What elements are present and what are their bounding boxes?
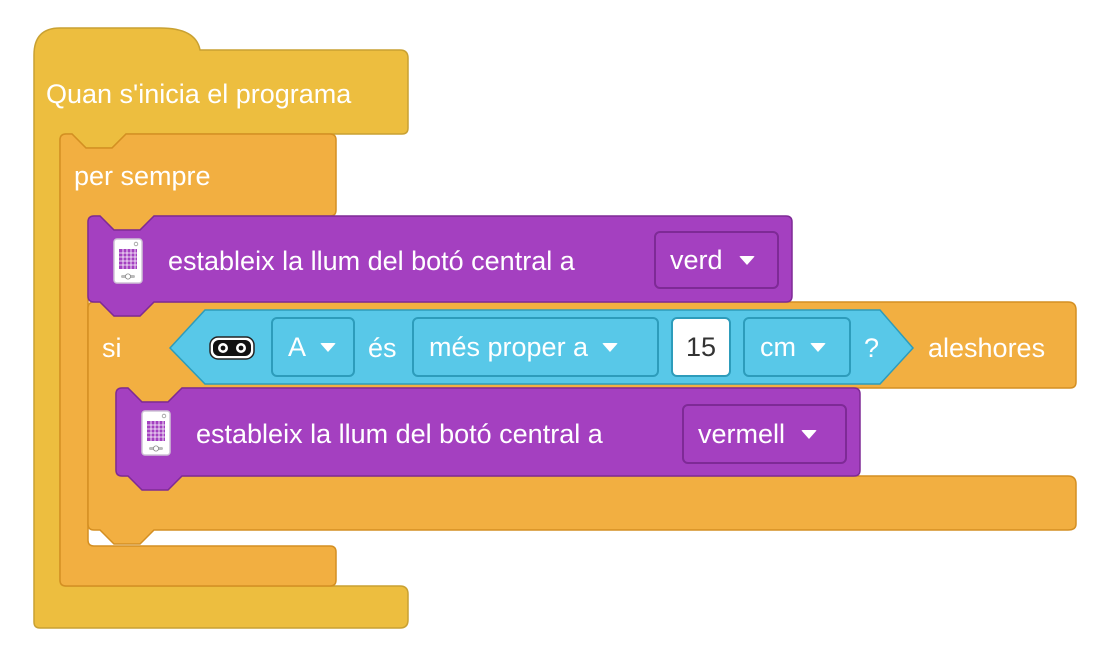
chevron-down-icon <box>602 342 619 352</box>
distance-value-input[interactable]: 15 <box>671 317 731 377</box>
then-label: aleshores <box>928 333 1046 363</box>
hat-label: Quan s'inicia el programa <box>46 79 352 109</box>
comparison-dropdown[interactable]: més proper a <box>412 317 659 377</box>
port-dropdown[interactable]: A <box>271 317 355 377</box>
is-label: és <box>368 333 397 363</box>
color-dropdown-1[interactable]: verd <box>654 231 779 289</box>
chevron-down-icon <box>810 342 826 352</box>
hub-icon <box>113 238 143 289</box>
port-dropdown-value: A <box>288 331 307 362</box>
hub-icon <box>141 410 171 461</box>
color-dropdown-2[interactable]: vermell <box>682 404 847 464</box>
distance-sensor-icon <box>209 336 255 365</box>
comparison-dropdown-value: més proper a <box>429 331 589 362</box>
forever-label: per sempre <box>74 161 211 191</box>
chevron-down-icon <box>738 255 755 265</box>
question-mark-label: ? <box>864 333 880 363</box>
chevron-down-icon <box>320 342 337 352</box>
color-dropdown-1-value: verd <box>670 244 723 275</box>
light-block-1-label: estableix la llum del botó central a <box>168 246 575 276</box>
unit-dropdown-value: cm <box>760 331 796 362</box>
unit-dropdown[interactable]: cm <box>743 317 851 377</box>
color-dropdown-2-value: vermell <box>698 418 786 449</box>
if-label: si <box>102 333 122 363</box>
chevron-down-icon <box>801 429 818 439</box>
light-block-2-label: estableix la llum del botó central a <box>196 419 603 449</box>
